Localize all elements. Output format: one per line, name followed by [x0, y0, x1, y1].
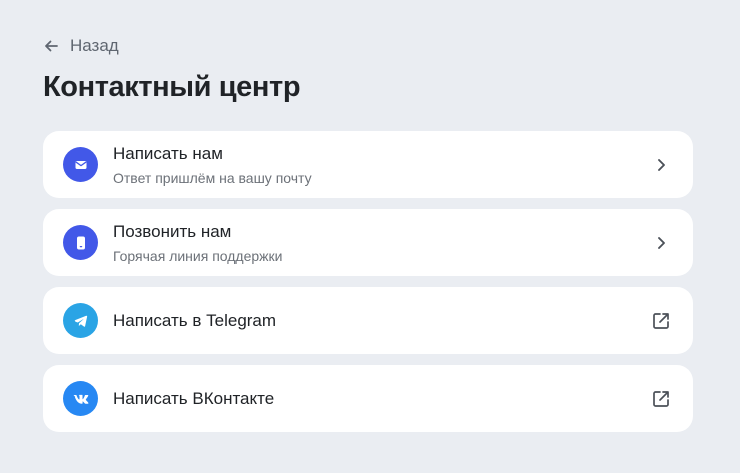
call-us-title: Позвонить нам — [113, 221, 232, 241]
telegram-text: Написать в Telegram — [113, 310, 650, 332]
write-us-subtitle: Ответ пришлём на вашу почту — [113, 169, 312, 186]
contact-center-page: Назад Контактный центр Написать нам Отве… — [0, 0, 740, 473]
vk-title: Написать ВКонтакте — [113, 388, 275, 408]
arrow-left-icon — [43, 38, 59, 54]
back-label: Назад — [70, 36, 119, 55]
call-us-option[interactable]: Позвонить нам Горячая линия поддержки — [43, 209, 693, 276]
external-link-icon — [650, 388, 672, 410]
write-us-title: Написать нам — [113, 143, 223, 163]
external-link-icon — [650, 310, 672, 332]
vk-option[interactable]: Написать ВКонтакте — [43, 365, 693, 432]
telegram-title: Написать в Telegram — [113, 310, 277, 330]
mail-icon — [63, 147, 98, 182]
telegram-option[interactable]: Написать в Telegram — [43, 287, 693, 354]
write-us-option[interactable]: Написать нам Ответ пришлём на вашу почту — [43, 131, 693, 198]
vk-text: Написать ВКонтакте — [113, 388, 650, 410]
page-title: Контактный центр — [43, 71, 301, 103]
call-us-text: Позвонить нам Горячая линия поддержки — [113, 221, 650, 265]
chevron-right-icon — [650, 154, 672, 176]
contact-options-list: Написать нам Ответ пришлём на вашу почту… — [43, 131, 693, 432]
telegram-icon — [63, 303, 98, 338]
write-us-text: Написать нам Ответ пришлём на вашу почту — [113, 143, 650, 187]
chevron-right-icon — [650, 232, 672, 254]
vk-icon — [63, 381, 98, 416]
phone-icon — [63, 225, 98, 260]
call-us-subtitle: Горячая линия поддержки — [113, 247, 283, 264]
back-link[interactable]: Назад — [43, 35, 119, 57]
